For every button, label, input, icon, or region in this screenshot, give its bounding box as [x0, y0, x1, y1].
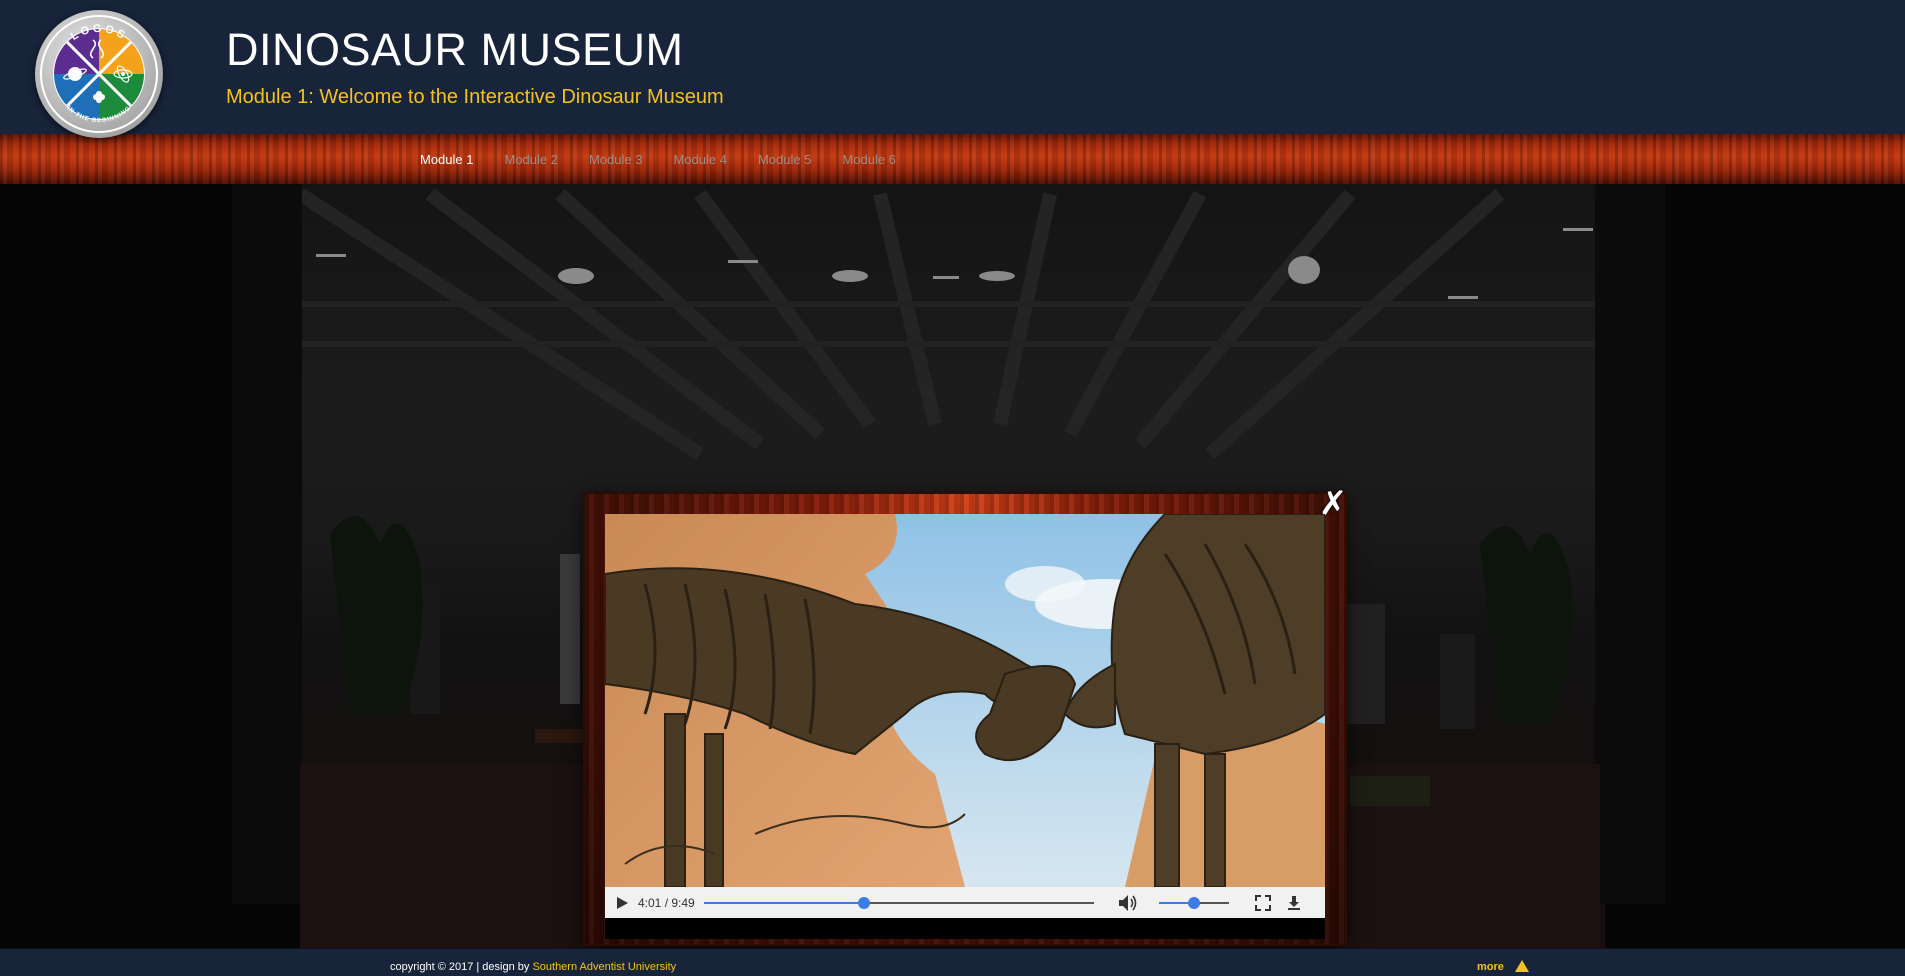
video-controls: 4:01 / 9:49: [605, 887, 1325, 918]
download-icon[interactable]: [1286, 895, 1302, 911]
seek-handle[interactable]: [857, 896, 870, 909]
video-player[interactable]: 4:01 / 9:49: [605, 514, 1325, 939]
copyright-prefix: copyright © 2017 | design by: [390, 961, 533, 973]
video-frame-dinosaur-skeletons[interactable]: [605, 514, 1325, 887]
museum-scene: ✗ 4:01 / 9:49: [0, 184, 1905, 948]
nav-item-module-1[interactable]: Module 1: [420, 152, 473, 167]
site-footer: copyright © 2017 | design by Southern Ad…: [0, 948, 1905, 976]
nav-item-module-5[interactable]: Module 5: [758, 152, 811, 167]
play-icon[interactable]: [615, 896, 629, 910]
video-modal: ✗ 4:01 / 9:49: [585, 486, 1347, 944]
credit-link[interactable]: Southern Adventist University: [532, 961, 676, 973]
module-nav-list: Module 1 Module 2 Module 3 Module 4 Modu…: [420, 134, 927, 184]
nav-item-module-3[interactable]: Module 3: [589, 152, 642, 167]
module-subtitle: Module 1: Welcome to the Interactive Din…: [226, 86, 724, 108]
site-header: LOGOS IN THE BEGINNING DINOSAUR MUSEUM M…: [0, 0, 1905, 138]
copyright-text: copyright © 2017 | design by Southern Ad…: [390, 961, 676, 973]
logos-logo[interactable]: LOGOS IN THE BEGINNING: [35, 10, 163, 138]
nav-item-module-4[interactable]: Module 4: [673, 152, 726, 167]
more-link[interactable]: more: [1477, 961, 1504, 973]
seek-progress-fill: [704, 901, 864, 904]
site-title: DINOSAUR MUSEUM: [226, 24, 684, 75]
triangle-up-icon[interactable]: [1514, 959, 1530, 973]
logo-emblem-icon: LOGOS IN THE BEGINNING: [40, 15, 158, 133]
module-nav-bar: Module 1 Module 2 Module 3 Module 4 Modu…: [0, 134, 1905, 185]
time-display: 4:01 / 9:49: [638, 895, 695, 910]
volume-handle[interactable]: [1188, 896, 1200, 909]
volume-icon[interactable]: [1118, 894, 1138, 912]
volume-slider[interactable]: [1159, 896, 1229, 910]
nav-item-module-2[interactable]: Module 2: [504, 152, 557, 167]
seek-bar[interactable]: [704, 896, 1094, 910]
fullscreen-icon[interactable]: [1255, 894, 1271, 911]
nav-item-module-6[interactable]: Module 6: [842, 152, 895, 167]
